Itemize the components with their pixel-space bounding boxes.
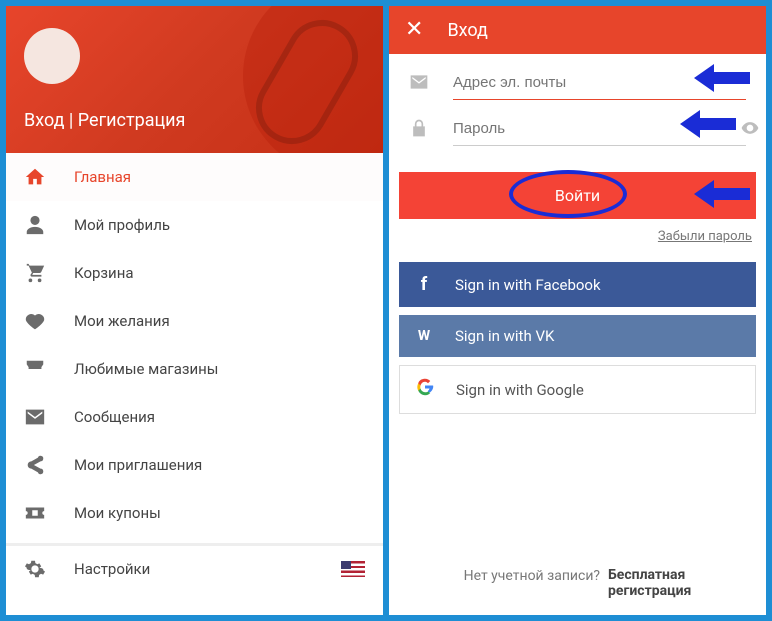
sidebar-item-settings[interactable]: Настройки <box>6 543 383 591</box>
eye-off-icon[interactable] <box>740 118 760 138</box>
mail-icon <box>24 406 46 428</box>
social-button-label: Sign in with Google <box>456 381 584 399</box>
sidebar-item-invites[interactable]: Мои приглашения <box>6 441 383 489</box>
login-title: Вход <box>447 20 487 41</box>
forgot-password-link[interactable]: Забыли пароль <box>389 219 766 244</box>
sidebar-header: Вход | Регистрация <box>6 6 383 153</box>
google-login-button[interactable]: Sign in with Google <box>399 365 756 414</box>
home-icon <box>24 166 46 188</box>
facebook-login-button[interactable]: f Sign in with Facebook <box>399 262 756 307</box>
sidebar-item-wishlist[interactable]: Мои желания <box>6 297 383 345</box>
sidebar-item-label: Мои купоны <box>74 504 161 522</box>
sidebar-menu: Главная Мой профиль Корзина Мои желания … <box>6 153 383 591</box>
annotation-arrow-icon <box>680 110 736 138</box>
login-button[interactable]: Войти <box>399 172 756 219</box>
password-field-row <box>389 100 766 146</box>
sidebar-item-stores[interactable]: Любимые магазины <box>6 345 383 393</box>
gear-icon <box>24 558 46 580</box>
sidebar-item-label: Мои приглашения <box>74 456 202 474</box>
coupon-icon <box>24 502 46 524</box>
sidebar-item-label: Сообщения <box>74 408 155 426</box>
sidebar-item-label: Любимые магазины <box>74 360 218 378</box>
sidebar-item-label: Мои желания <box>74 312 170 330</box>
login-button-label: Войти <box>555 186 600 205</box>
sidebar-item-home[interactable]: Главная <box>6 153 383 201</box>
cart-icon <box>24 262 46 284</box>
social-button-label: Sign in with VK <box>455 327 554 345</box>
store-icon <box>24 358 46 380</box>
annotation-arrow-icon <box>694 64 750 92</box>
sidebar-item-coupons[interactable]: Мои купоны <box>6 489 383 537</box>
vk-login-button[interactable]: W Sign in with VK <box>399 315 756 357</box>
google-icon <box>416 378 434 401</box>
social-button-label: Sign in with Facebook <box>455 276 601 294</box>
annotation-arrow-icon <box>694 180 750 208</box>
sidebar-item-label: Корзина <box>74 264 134 282</box>
sidebar-panel: Вход | Регистрация Главная Мой профиль К… <box>6 6 383 615</box>
no-account-row: Нет учетной записи? Бесплатная регистрац… <box>389 568 766 599</box>
sidebar-item-messages[interactable]: Сообщения <box>6 393 383 441</box>
facebook-icon: f <box>415 274 433 295</box>
login-panel: ✕ Вход Войти Забыли пароль f Sign in wit… <box>389 6 766 615</box>
person-icon <box>24 214 46 236</box>
email-field-row <box>389 54 766 100</box>
mail-icon <box>409 72 429 92</box>
share-icon <box>24 454 46 476</box>
close-icon[interactable]: ✕ <box>405 19 423 41</box>
avatar[interactable] <box>24 28 80 84</box>
login-register-link[interactable]: Вход | Регистрация <box>24 110 185 131</box>
sidebar-item-label: Мой профиль <box>74 216 170 234</box>
lock-icon <box>409 118 429 138</box>
sidebar-item-label: Главная <box>74 168 131 186</box>
sidebar-item-profile[interactable]: Мой профиль <box>6 201 383 249</box>
us-flag-icon[interactable] <box>341 561 365 577</box>
heart-icon <box>24 310 46 332</box>
login-topbar: ✕ Вход <box>389 6 766 54</box>
register-link[interactable]: Бесплатная регистрация <box>608 568 691 599</box>
social-login-group: f Sign in with Facebook W Sign in with V… <box>399 262 756 414</box>
sidebar-item-label: Настройки <box>74 560 150 578</box>
vk-icon: W <box>415 328 433 344</box>
sidebar-item-cart[interactable]: Корзина <box>6 249 383 297</box>
no-account-text: Нет учетной записи? <box>464 568 600 599</box>
